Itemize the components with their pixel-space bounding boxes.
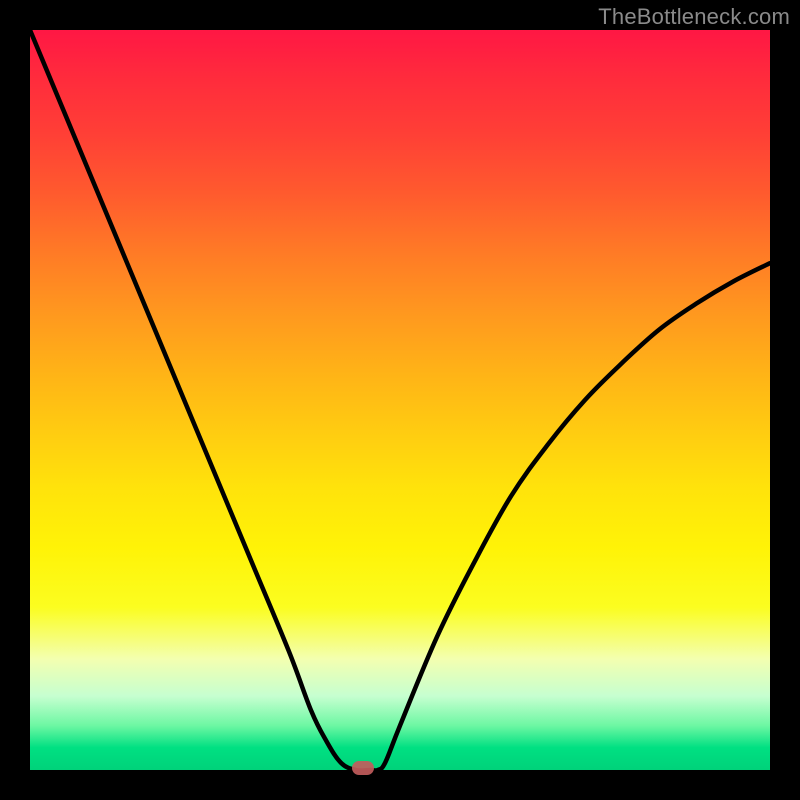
optimum-marker [352, 761, 374, 775]
plot-area [30, 30, 770, 770]
watermark-text: TheBottleneck.com [598, 4, 790, 30]
chart-frame: TheBottleneck.com [0, 0, 800, 800]
bottleneck-curve [30, 30, 770, 770]
